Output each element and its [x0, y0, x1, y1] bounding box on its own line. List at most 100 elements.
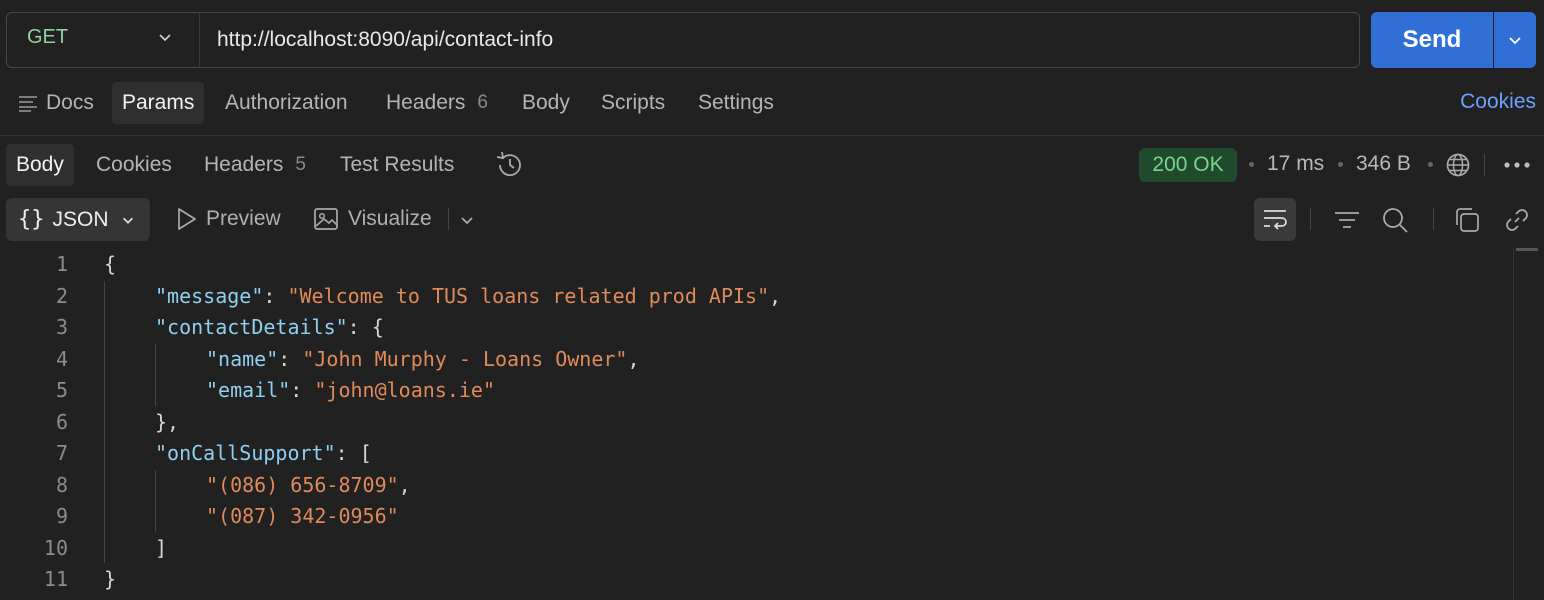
tab-headers[interactable]: Headers 6 [376, 82, 498, 124]
response-tab-headers[interactable]: Headers 5 [194, 144, 316, 186]
toolbar-divider [1433, 208, 1434, 230]
link-icon[interactable] [1503, 206, 1531, 234]
response-body-editor[interactable]: 1 { 2 "message": "Welcome to TUS loans r… [0, 248, 1510, 600]
code-line: 7 "onCallSupport": [ [0, 437, 1500, 469]
code-line: 1 { [0, 248, 1500, 280]
response-tab-body-label: Body [16, 153, 64, 176]
tab-params-label: Params [122, 91, 195, 114]
meta-separator [1338, 162, 1343, 167]
braces-icon: {} [18, 207, 45, 232]
history-icon[interactable] [494, 151, 524, 179]
line-number: 1 [55, 252, 68, 276]
chevron-down-icon [159, 34, 171, 42]
tab-authorization[interactable]: Authorization [215, 82, 358, 124]
wrap-lines-icon [1264, 210, 1287, 230]
code-line: 5 "email": "john@loans.ie" [0, 374, 1500, 406]
code-punct: { [104, 252, 117, 276]
json-key: "name" [206, 346, 279, 371]
request-bar: GET http://localhost:8090/api/contact-in… [6, 12, 1360, 68]
tab-scripts-label: Scripts [601, 91, 666, 114]
globe-icon[interactable] [1445, 152, 1471, 178]
json-string: "john@loans.ie" [314, 378, 496, 402]
line-number: 5 [55, 378, 68, 402]
code-line: 2 "message": "Welcome to TUS loans relat… [0, 280, 1500, 312]
copy-icon[interactable] [1453, 206, 1481, 234]
format-select[interactable]: {} JSON [6, 198, 150, 241]
url-input[interactable]: http://localhost:8090/api/contact-info [217, 28, 553, 52]
cookies-link[interactable]: Cookies [1460, 90, 1536, 114]
format-label: JSON [52, 207, 109, 231]
scrollbar-track[interactable] [1513, 248, 1514, 600]
tab-headers-label: Headers [386, 91, 466, 114]
json-key: "message" [155, 283, 264, 308]
tab-docs-label: Docs [46, 91, 94, 114]
tab-body[interactable]: Body [512, 82, 580, 124]
code-line: 6 }, [0, 406, 1500, 438]
tab-params[interactable]: Params [112, 82, 205, 124]
line-number: 3 [55, 315, 68, 339]
line-number: 8 [55, 472, 68, 497]
response-tab-cookies[interactable]: Cookies [86, 144, 182, 186]
send-button[interactable]: Send [1371, 12, 1493, 68]
search-icon[interactable] [1381, 206, 1409, 234]
docs-lines-icon [19, 96, 37, 112]
json-string: "(087) 342-0956" [206, 504, 399, 528]
method-select[interactable]: GET [7, 13, 200, 67]
json-key: "onCallSupport" [155, 441, 336, 465]
meta-separator [1428, 162, 1433, 167]
method-label: GET [27, 26, 69, 48]
toolbar-divider [1484, 154, 1485, 176]
preview-button[interactable]: Preview [175, 206, 281, 232]
response-size[interactable]: 346 B [1356, 152, 1411, 176]
tab-body-label: Body [522, 91, 570, 114]
response-tab-headers-label: Headers [204, 153, 284, 176]
line-number: 9 [55, 504, 68, 528]
code-punct: }, [155, 409, 180, 434]
json-key: "contactDetails" [155, 315, 348, 339]
json-string: "John Murphy - Loans Owner" [302, 346, 628, 371]
tab-authorization-label: Authorization [225, 91, 348, 114]
line-number: 4 [55, 346, 68, 371]
code-line: 9 "(087) 342-0956" [0, 500, 1500, 532]
code-punct: } [104, 567, 117, 591]
send-options-button[interactable] [1494, 12, 1536, 68]
response-tab-cookies-label: Cookies [96, 153, 172, 176]
toolbar-divider [1310, 208, 1311, 230]
code-line: 11 } [0, 563, 1500, 595]
chevron-down-icon [1509, 37, 1521, 45]
code-line: 10 ] [0, 532, 1500, 564]
more-horizontal-icon[interactable] [1503, 160, 1531, 170]
line-number: 11 [43, 567, 68, 591]
tab-settings-label: Settings [698, 91, 774, 114]
json-string: "Welcome to TUS loans related prod APIs" [287, 283, 770, 308]
code-line: 4 "name": "John Murphy - Loans Owner", [0, 343, 1500, 375]
scrollbar-thumb[interactable] [1516, 248, 1538, 251]
response-tabs: Body Cookies Headers 5 Test Results 200 … [0, 144, 1544, 186]
json-key: "email" [206, 378, 291, 402]
tab-settings[interactable]: Settings [688, 82, 784, 124]
headers-count-badge: 6 [477, 92, 488, 113]
visualize-button[interactable]: Visualize [313, 206, 432, 232]
filter-icon[interactable] [1333, 208, 1361, 232]
line-number: 6 [55, 409, 68, 434]
line-number: 10 [43, 535, 68, 560]
toolbar-divider [448, 208, 449, 230]
play-icon [178, 208, 196, 230]
json-string: "(086) 656-8709" [206, 472, 399, 497]
image-icon [314, 208, 338, 230]
response-time[interactable]: 17 ms [1267, 152, 1324, 176]
section-divider [0, 135, 1544, 136]
line-number: 2 [55, 283, 68, 308]
response-tab-test-results-label: Test Results [340, 153, 455, 176]
code-line: 8 "(086) 656-8709", [0, 469, 1500, 501]
tab-scripts[interactable]: Scripts [591, 82, 675, 124]
chevron-down-icon[interactable] [459, 212, 475, 228]
response-tab-test-results[interactable]: Test Results [330, 144, 464, 186]
tab-docs[interactable]: Docs [8, 82, 104, 124]
response-tab-body[interactable]: Body [6, 144, 74, 186]
status-badge: 200 OK [1139, 148, 1237, 182]
visualize-label: Visualize [348, 207, 432, 230]
response-headers-count: 5 [295, 154, 306, 175]
wrap-lines-button[interactable] [1254, 198, 1296, 241]
preview-label: Preview [206, 207, 281, 230]
